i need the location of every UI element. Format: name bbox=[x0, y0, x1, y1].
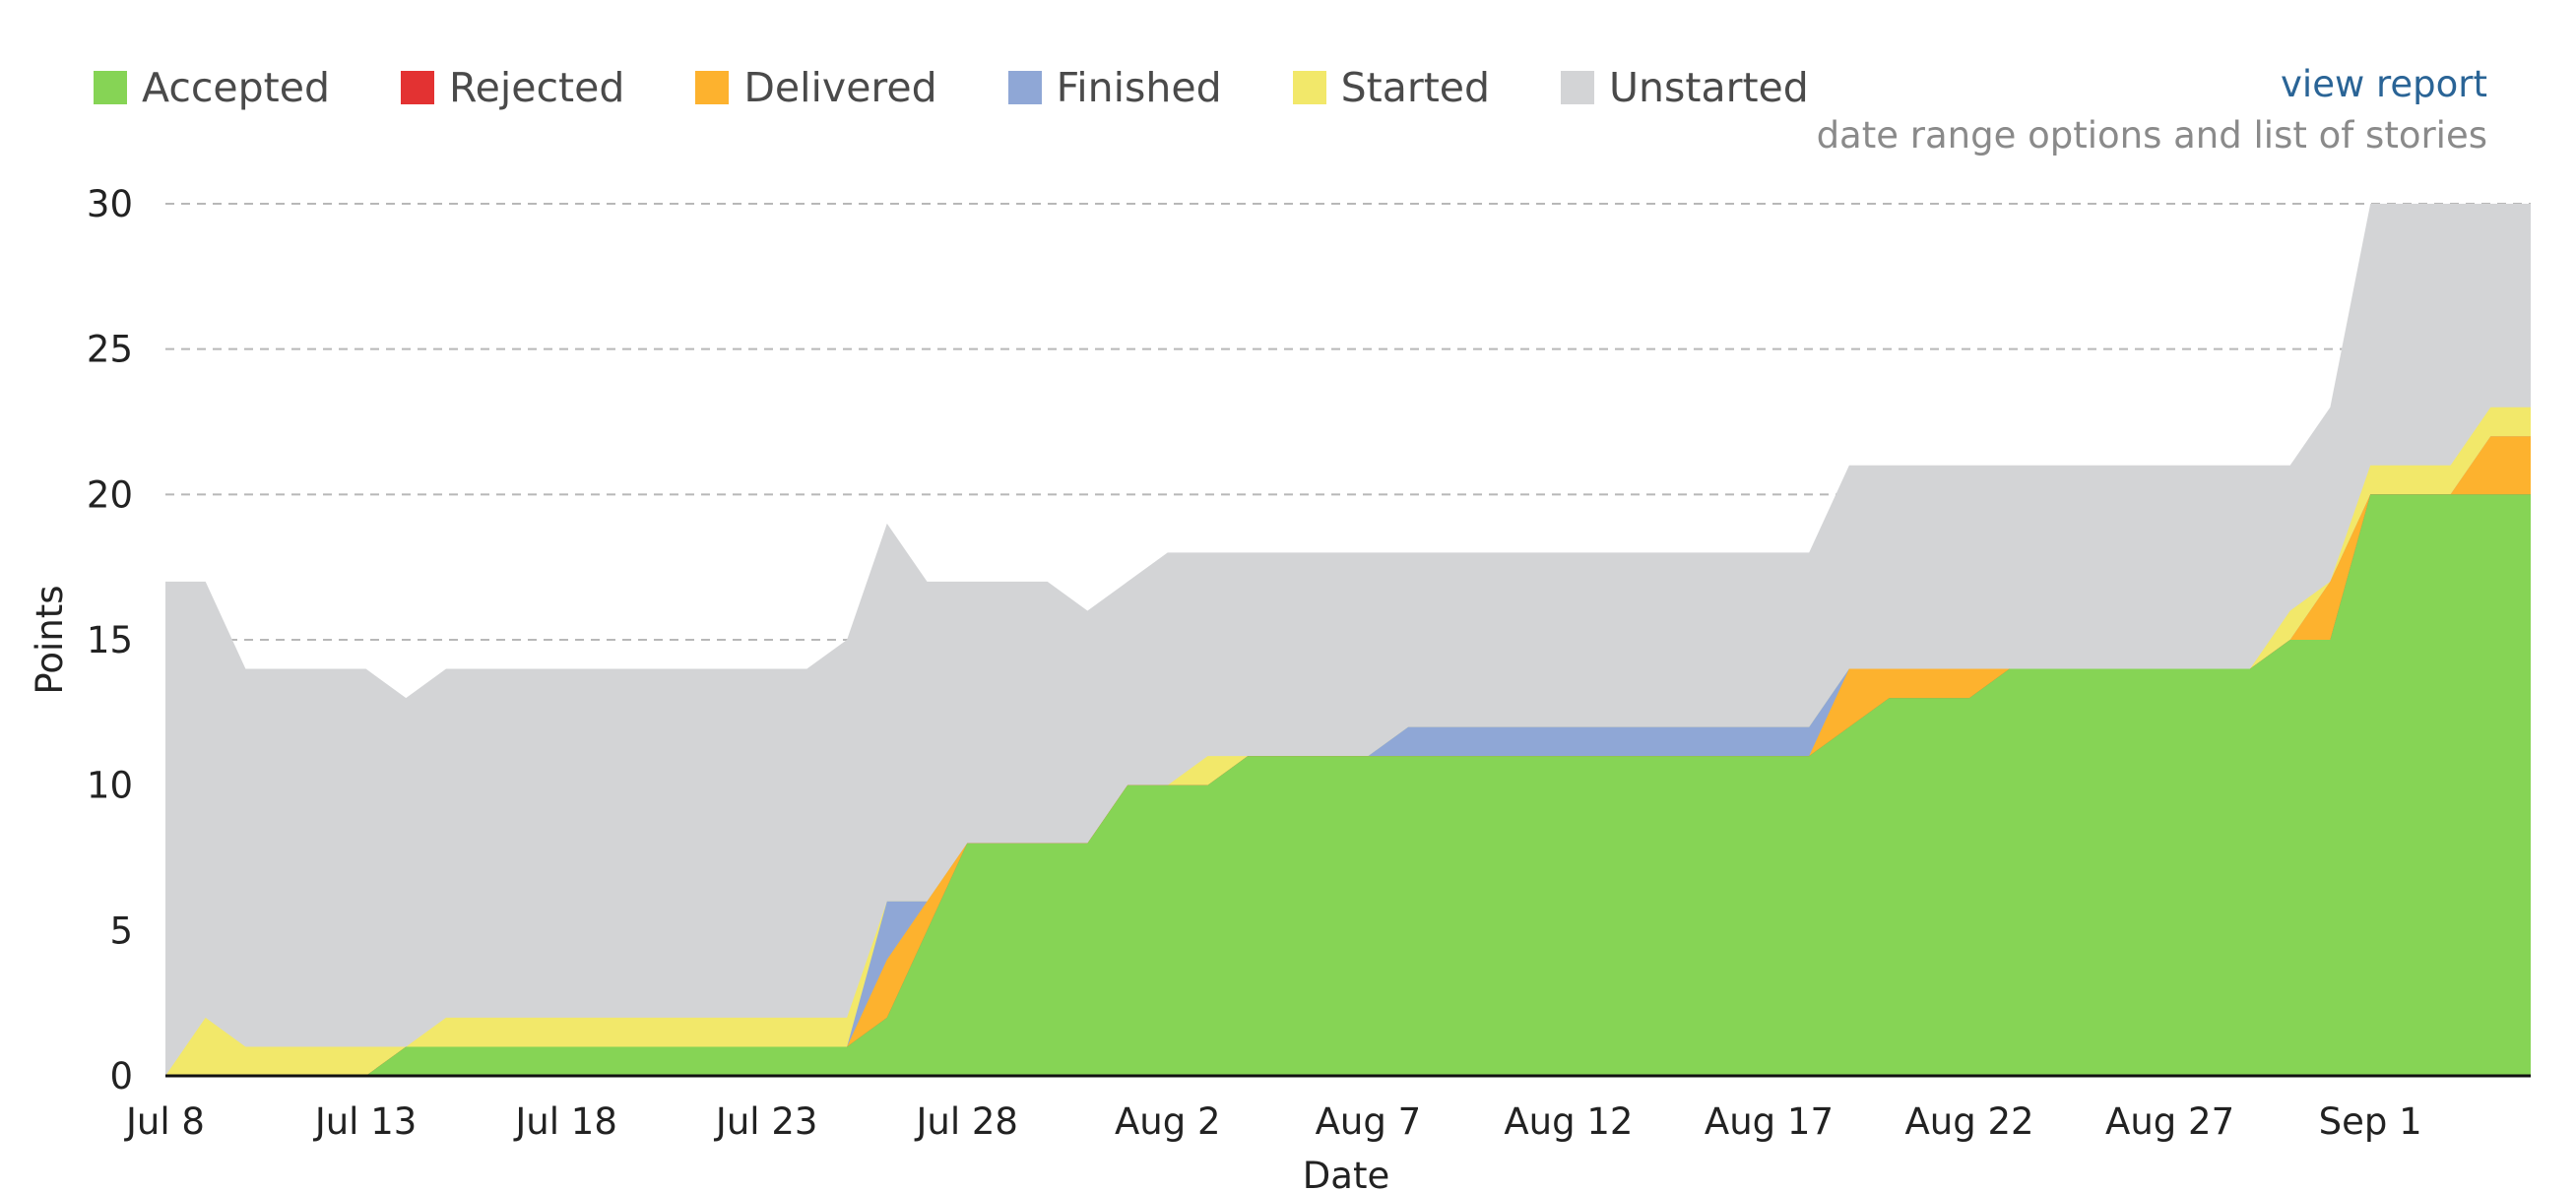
y-tick-label: 20 bbox=[87, 473, 133, 516]
x-tick-label: Jul 13 bbox=[313, 1100, 417, 1143]
x-tick-label: Aug 12 bbox=[1504, 1100, 1633, 1143]
x-tick-label: Aug 27 bbox=[2105, 1100, 2234, 1143]
x-tick-label: Jul 18 bbox=[513, 1100, 616, 1143]
x-tick-label: Aug 22 bbox=[1904, 1100, 2033, 1143]
y-tick-label: 5 bbox=[109, 909, 133, 952]
y-axis-title: Points bbox=[29, 585, 71, 694]
y-tick-label: 25 bbox=[87, 329, 133, 371]
x-axis-title: Date bbox=[1303, 1155, 1389, 1191]
x-tick-label: Aug 7 bbox=[1316, 1100, 1422, 1143]
x-tick-label: Sep 1 bbox=[2319, 1100, 2422, 1143]
burnup-chart: 0 5 10 15 20 25 30 Jul 8 Jul 13 Jul 18 Jul 23 Jul 2… bbox=[29, 183, 2531, 1191]
y-tick-label: 10 bbox=[87, 765, 133, 807]
x-tick-label: Jul 28 bbox=[914, 1100, 1017, 1143]
y-tick-label: 0 bbox=[109, 1055, 133, 1097]
y-tick-label: 15 bbox=[87, 619, 133, 661]
x-tick-label: Jul 23 bbox=[714, 1100, 817, 1143]
y-tick-label: 30 bbox=[87, 183, 133, 225]
x-tick-label: Aug 17 bbox=[1705, 1100, 1834, 1143]
x-tick-label: Aug 2 bbox=[1115, 1100, 1221, 1143]
x-tick-label: Jul 8 bbox=[124, 1100, 205, 1143]
